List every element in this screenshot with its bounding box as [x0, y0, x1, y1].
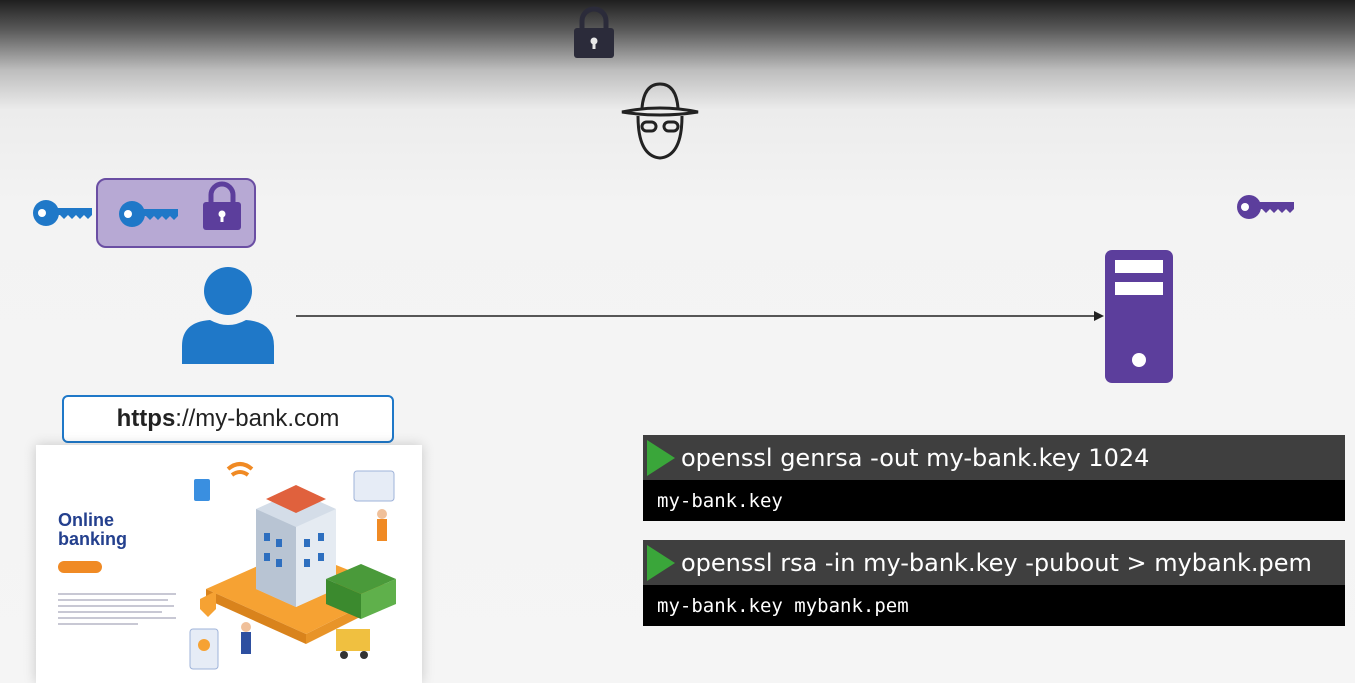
- key-icon: [119, 201, 178, 227]
- url-scheme: https: [116, 405, 176, 432]
- url-bar[interactable]: https://my-bank.com: [62, 395, 394, 443]
- locked-key-box: [96, 178, 256, 248]
- website-title: Online banking: [58, 511, 168, 549]
- padlock-icon: [203, 181, 241, 230]
- command-output: my-bank.key: [643, 480, 1345, 521]
- command-output: my-bank.key mybank.pem: [643, 585, 1345, 626]
- command-header: openssl genrsa -out my-bank.key 1024: [643, 435, 1345, 480]
- banking-illustration: [189, 462, 396, 670]
- website-text-lines: [58, 593, 178, 629]
- connection-arrow: [296, 311, 1104, 321]
- command-block-2: openssl rsa -in my-bank.key -pubout > my…: [643, 540, 1345, 626]
- padlock-icon: [574, 6, 614, 58]
- server-key-icon: [1237, 195, 1294, 219]
- website-title-line2: banking: [58, 529, 128, 549]
- play-icon[interactable]: [647, 439, 675, 476]
- get-started-button[interactable]: [58, 561, 102, 573]
- command-text: openssl rsa -in my-bank.key -pubout > my…: [681, 548, 1312, 577]
- url-domain: ://my-bank.com: [175, 405, 340, 432]
- client-key-icon: [33, 200, 92, 226]
- command-header: openssl rsa -in my-bank.key -pubout > my…: [643, 540, 1345, 585]
- bank-website-preview: Online banking: [36, 445, 422, 683]
- play-icon[interactable]: [647, 544, 675, 581]
- command-block-1: openssl genrsa -out my-bank.key 1024 my-…: [643, 435, 1345, 521]
- user-icon: [182, 267, 274, 364]
- server-icon: [1105, 250, 1173, 383]
- hacker-icon: [621, 82, 699, 160]
- command-text: openssl genrsa -out my-bank.key 1024: [681, 443, 1150, 472]
- website-title-line1: Online: [58, 510, 115, 530]
